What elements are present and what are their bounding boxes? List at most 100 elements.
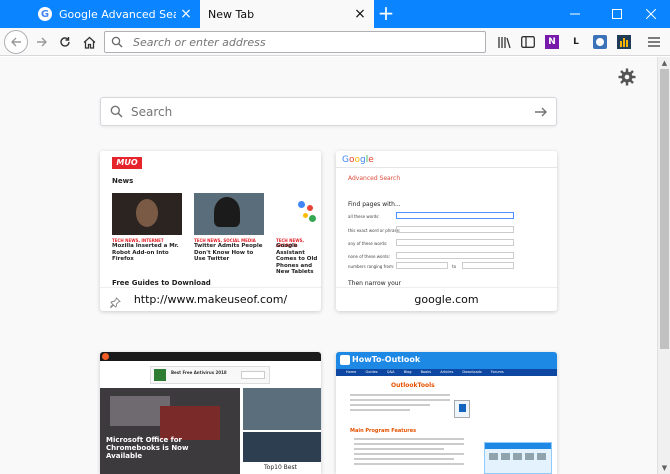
advanced-search-title: Advanced Search: [348, 175, 401, 182]
tab-google-advanced-search[interactable]: G Google Advanced Search ×: [30, 0, 200, 28]
field-box: [396, 226, 514, 233]
chart-extension-icon: [617, 35, 631, 49]
tile-thumbnail: Best Free Antivirus 2018 Microsoft Offic…: [100, 352, 321, 474]
article-image: [276, 193, 321, 235]
customize-button[interactable]: [618, 68, 636, 86]
site-nav-bar: Home Guides Q&A Blog Books Articles Down…: [336, 369, 557, 376]
onenote-icon: N: [545, 35, 559, 49]
tile-label: google.com: [336, 288, 557, 311]
url-bar[interactable]: [104, 31, 486, 53]
top-site-tile-makeuseof[interactable]: MUO News TECH NEWS, INTERNET TECH NEWS, …: [100, 151, 321, 311]
field-box: [396, 262, 448, 269]
tab-title: New Tab: [208, 7, 255, 21]
article-image: [194, 193, 264, 235]
reload-button[interactable]: [55, 32, 75, 52]
article-headline: Twitter Admits People Don't Know How to …: [194, 243, 263, 262]
field-box: [396, 239, 514, 246]
tile-thumbnail: MUO News TECH NEWS, INTERNET TECH NEWS, …: [100, 151, 321, 288]
page-heading: OutlookTools: [391, 382, 435, 389]
extension-button[interactable]: [590, 32, 610, 52]
vertical-scrollbar[interactable]: ▲ ▼: [657, 57, 670, 474]
google-g-icon: G: [38, 7, 52, 21]
tile-thumbnail: Google Advanced Search Find pages with..…: [336, 151, 557, 288]
top-site-tile-3[interactable]: Best Free Antivirus 2018 Microsoft Offic…: [100, 352, 321, 474]
field-label: any of these words:: [348, 241, 388, 246]
site-menu-item: Q&A Blog: [386, 370, 412, 374]
tab-title: Google Advanced Search: [59, 7, 176, 21]
web-search-input[interactable]: [131, 104, 534, 119]
extension-icon: [593, 35, 607, 49]
narrow-heading: Then narrow your: [348, 280, 402, 287]
close-icon: [646, 9, 656, 19]
field-box: [396, 252, 514, 259]
site-menu-item: Articles: [440, 370, 454, 374]
chart-extension-button[interactable]: [614, 32, 634, 52]
scroll-thumb[interactable]: [660, 69, 669, 349]
side-image: [243, 432, 321, 462]
web-search-box[interactable]: [100, 97, 557, 126]
find-pages-heading: Find pages with...: [348, 201, 401, 208]
muo-guides-heading: Free Guides to Download: [112, 279, 211, 287]
home-icon: [83, 36, 95, 49]
maximize-button[interactable]: [598, 0, 636, 28]
tile-label: http://www.makeuseof.com/: [100, 288, 321, 311]
site-header-bar: [100, 352, 321, 361]
ad-text: Best Free Antivirus 2018: [171, 370, 227, 375]
site-menu-item: Forums: [490, 370, 504, 374]
body-text-lines: [350, 394, 450, 414]
site-header-bar: HowTo-Outlook: [336, 352, 557, 369]
field-box: [396, 212, 514, 219]
lastpass-icon: L: [573, 37, 579, 47]
library-button[interactable]: [495, 32, 515, 52]
close-tab-icon[interactable]: ×: [176, 7, 196, 21]
tile-url-text: http://www.makeuseof.com/: [133, 293, 288, 306]
lastpass-button[interactable]: L: [566, 32, 586, 52]
url-input[interactable]: [133, 35, 463, 49]
pin-icon: [109, 293, 121, 311]
tile-thumbnail: HowTo-Outlook Home Guides Q&A Blog Books…: [336, 352, 557, 474]
minimize-button[interactable]: [556, 0, 594, 28]
side-headline: Top10 Best: [264, 464, 297, 471]
back-arrow-icon: [11, 37, 21, 47]
maximize-icon: [612, 9, 622, 19]
menu-button[interactable]: [644, 32, 664, 52]
close-tab-icon[interactable]: ×: [350, 7, 370, 21]
field-label: numbers ranging from:: [348, 264, 395, 269]
minimize-icon: [570, 13, 580, 15]
muo-logo: MUO: [112, 157, 142, 169]
search-icon: [111, 36, 125, 48]
site-brand: HowTo-Outlook: [352, 355, 421, 364]
site-menu-item: Books: [420, 370, 432, 374]
top-site-tile-google[interactable]: Google Advanced Search Find pages with..…: [336, 151, 557, 311]
tab-strip: G Google Advanced Search × New Tab × +: [0, 0, 670, 28]
subscribe-widget: [484, 442, 552, 474]
back-button[interactable]: [4, 30, 28, 54]
home-button[interactable]: [79, 32, 99, 52]
forward-button[interactable]: [32, 32, 52, 52]
top-site-tile-4[interactable]: HowTo-Outlook Home Guides Q&A Blog Books…: [336, 352, 557, 474]
hamburger-menu-icon: [648, 37, 660, 47]
new-tab-button[interactable]: +: [374, 0, 398, 28]
muo-news-heading: News: [112, 177, 134, 185]
site-menu-item: Downloads: [462, 370, 482, 374]
feature-list-lines: [354, 438, 464, 465]
field-label: none of these words:: [348, 254, 391, 259]
article-headline: Mozilla Inserted a Mr. Robot Add-on Into…: [112, 243, 179, 262]
sidebar-button[interactable]: [518, 32, 538, 52]
field-label: to: [452, 264, 457, 269]
article-headline: Google Assistant Comes to Old Phones and…: [276, 243, 318, 275]
scroll-up-icon[interactable]: ▲: [658, 57, 670, 69]
close-window-button[interactable]: [632, 0, 670, 28]
scroll-down-icon[interactable]: ▼: [658, 462, 670, 474]
featured-image: Microsoft Office for Chromebooks is Now …: [100, 388, 240, 474]
onenote-button[interactable]: N: [542, 32, 562, 52]
site-menu-item: Guides: [365, 370, 378, 374]
sidebar-icon: [521, 36, 535, 48]
library-icon: [498, 36, 511, 48]
ad-banner: Best Free Antivirus 2018: [150, 366, 270, 384]
divider: [336, 167, 557, 168]
tab-new-tab[interactable]: New Tab ×: [200, 0, 374, 28]
article-image: [112, 193, 182, 235]
features-heading: Main Program Features: [350, 428, 417, 434]
search-go-arrow-icon[interactable]: [534, 106, 548, 118]
